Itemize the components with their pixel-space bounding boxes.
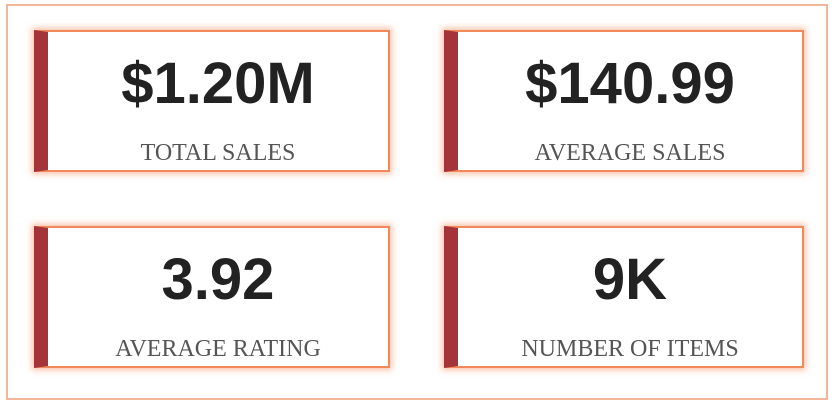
kpi-label-total-sales: TOTAL SALES (140, 140, 296, 166)
kpi-card-average-rating[interactable]: 3.92 AVERAGE RATING (34, 226, 390, 368)
kpi-card-total-sales[interactable]: $1.20M TOTAL SALES (34, 30, 390, 172)
kpi-value-average-rating: 3.92 (161, 247, 275, 312)
kpi-value-number-of-items: 9K (592, 247, 668, 312)
kpi-card-number-of-items[interactable]: 9K NUMBER OF ITEMS (444, 226, 804, 368)
kpi-label-number-of-items: NUMBER OF ITEMS (521, 336, 739, 362)
kpi-label-average-sales: AVERAGE SALES (534, 140, 726, 166)
kpi-value-total-sales: $1.20M (121, 51, 315, 116)
kpi-card-average-sales[interactable]: $140.99 AVERAGE SALES (444, 30, 804, 172)
kpi-value-average-sales: $140.99 (525, 51, 735, 116)
kpi-label-average-rating: AVERAGE RATING (115, 336, 321, 362)
